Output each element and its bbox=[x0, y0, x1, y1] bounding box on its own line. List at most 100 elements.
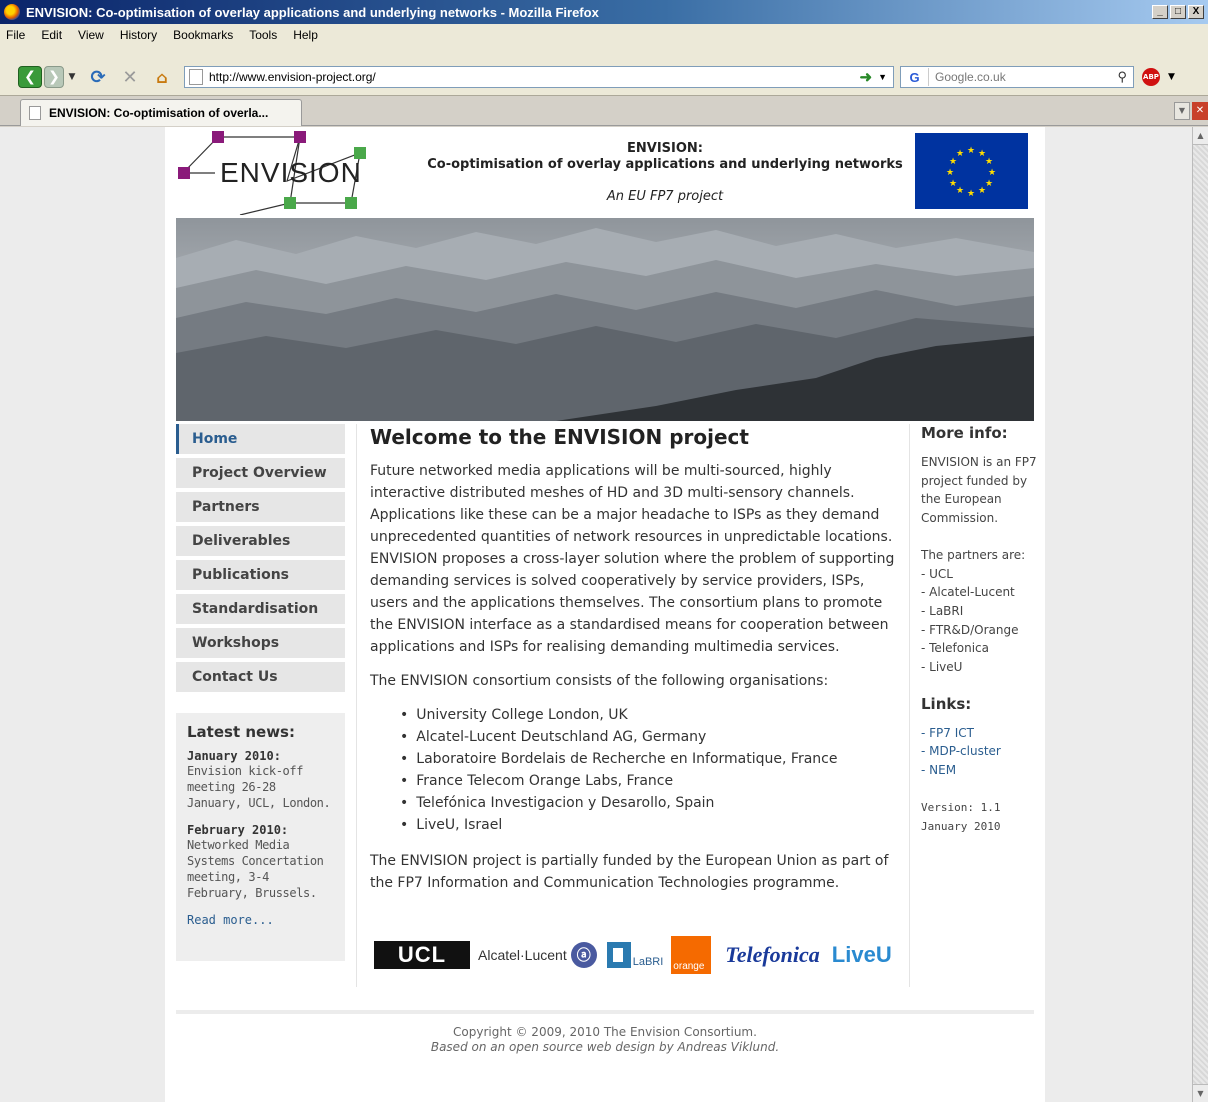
consortium-intro: The ENVISION consortium consists of the … bbox=[370, 673, 829, 689]
list-item: - UCL bbox=[921, 566, 953, 581]
partners-intro: The partners are: bbox=[921, 547, 1026, 562]
menu-file[interactable]: File bbox=[0, 28, 33, 42]
site-title: ENVISION: bbox=[627, 141, 703, 156]
svg-text:★: ★ bbox=[988, 168, 996, 178]
history-dropdown-icon[interactable]: ▼ bbox=[66, 66, 78, 88]
labri-logo[interactable]: LaBRI bbox=[606, 942, 664, 968]
alcatel-lucent-logo[interactable]: Alcatel·Lucent ⓐ bbox=[478, 942, 597, 968]
version-label: Version: 1.1 bbox=[921, 800, 1001, 814]
svg-text:★: ★ bbox=[967, 146, 975, 156]
vertical-scrollbar[interactable]: ▲ ▼ bbox=[1192, 127, 1208, 1102]
links-list: - FP7 ICT - MDP-cluster - NEM bbox=[921, 724, 1037, 780]
tab-envision[interactable]: ENVISION: Co-optimisation of overla... bbox=[20, 99, 302, 126]
back-button[interactable]: ❮ bbox=[18, 66, 42, 88]
orange-logo[interactable]: orange bbox=[671, 936, 712, 974]
list-item: - Alcatel-Lucent bbox=[921, 585, 1015, 600]
window-titlebar[interactable]: ENVISION: Co-optimisation of overlay app… bbox=[0, 0, 1208, 24]
menu-tools[interactable]: Tools bbox=[241, 28, 285, 42]
menu-bookmarks[interactable]: Bookmarks bbox=[165, 28, 241, 42]
tab-strip: ENVISION: Co-optimisation of overla... ▼… bbox=[0, 96, 1208, 126]
site-header: ENVISION: Co-optimisation of overlay app… bbox=[415, 141, 915, 204]
nav-partners[interactable]: Partners bbox=[176, 492, 345, 522]
nav-publications[interactable]: Publications bbox=[176, 560, 345, 590]
labri-mark-icon bbox=[606, 942, 631, 968]
page-footer: Copyright © 2009, 2010 The Envision Cons… bbox=[176, 1025, 1034, 1055]
svg-text:★: ★ bbox=[967, 189, 975, 199]
list-item: LiveU, Israel bbox=[400, 814, 899, 836]
firefox-icon bbox=[4, 4, 20, 20]
nav-contact-us[interactable]: Contact Us bbox=[176, 662, 345, 692]
latest-news-box: Latest news: January 2010: Envision kick… bbox=[176, 713, 345, 961]
menu-view[interactable]: View bbox=[70, 28, 112, 42]
link-fp7-ict[interactable]: - FP7 ICT bbox=[921, 724, 1037, 743]
svg-text:★: ★ bbox=[985, 157, 993, 167]
maximize-button[interactable]: □ bbox=[1170, 5, 1186, 19]
logo-text: ENVISION bbox=[220, 157, 362, 188]
menu-help[interactable]: Help bbox=[285, 28, 326, 42]
menu-history[interactable]: History bbox=[112, 28, 165, 42]
funding-paragraph: The ENVISION project is partially funded… bbox=[370, 853, 889, 891]
stop-icon[interactable]: ✕ bbox=[118, 66, 142, 88]
forward-button[interactable]: ❯ bbox=[44, 66, 64, 88]
svg-text:★: ★ bbox=[978, 186, 986, 196]
list-item: Laboratoire Bordelais de Recherche en In… bbox=[400, 748, 899, 770]
go-arrow-icon[interactable]: ➜ bbox=[860, 68, 873, 86]
copyright-text: Copyright © 2009, 2010 The Envision Cons… bbox=[453, 1025, 757, 1039]
browser-viewport: ENVISION ENVISION: Co-optimisation of ov… bbox=[0, 127, 1208, 1102]
site-subtitle: Co-optimisation of overlay applications … bbox=[427, 157, 903, 172]
list-item: - FTR&D/Orange bbox=[921, 622, 1019, 637]
envision-logo[interactable]: ENVISION bbox=[175, 129, 401, 216]
telefonica-logo[interactable]: Telefonica bbox=[725, 942, 820, 968]
link-nem[interactable]: - NEM bbox=[921, 761, 1037, 780]
scroll-up-icon[interactable]: ▲ bbox=[1193, 127, 1208, 145]
site-tagline: An EU FP7 project bbox=[606, 189, 724, 204]
window-title: ENVISION: Co-optimisation of overlay app… bbox=[26, 4, 599, 20]
search-icon[interactable]: ⚲ bbox=[1117, 69, 1127, 85]
eu-flag-icon: ★ ★ ★ ★ ★ ★ ★ ★ ★ ★ ★ ★ bbox=[915, 133, 1028, 209]
list-item: - Telefonica bbox=[921, 641, 989, 656]
news-date: January 2010: bbox=[187, 749, 281, 763]
page-title: Welcome to the ENVISION project bbox=[370, 425, 749, 449]
nav-workshops[interactable]: Workshops bbox=[176, 628, 345, 658]
intro-paragraph: Future networked media applications will… bbox=[370, 463, 895, 655]
url-dropdown-icon[interactable]: ▼ bbox=[878, 72, 887, 82]
list-item: France Telecom Orange Labs, France bbox=[400, 770, 899, 792]
scroll-down-icon[interactable]: ▼ bbox=[1193, 1084, 1208, 1102]
left-navigation: Home Project Overview Partners Deliverab… bbox=[176, 424, 345, 696]
list-item: - LiveU bbox=[921, 660, 963, 675]
menu-edit[interactable]: Edit bbox=[33, 28, 70, 42]
adblock-icon[interactable]: ABP bbox=[1142, 68, 1160, 86]
tab-title: ENVISION: Co-optimisation of overla... bbox=[49, 106, 269, 120]
header-banner-image bbox=[176, 218, 1034, 421]
more-info-text: ENVISION is an FP7 project funded by the… bbox=[921, 455, 1037, 526]
footer-divider bbox=[176, 1010, 1034, 1014]
link-mdp-cluster[interactable]: - MDP-cluster bbox=[921, 742, 1037, 761]
nav-standardisation[interactable]: Standardisation bbox=[176, 594, 345, 624]
liveu-logo[interactable]: LiveU bbox=[832, 942, 892, 968]
partners-list: - UCL - Alcatel-Lucent - LaBRI - FTR&D/O… bbox=[921, 565, 1037, 677]
close-button[interactable]: X bbox=[1188, 5, 1204, 19]
toolbar-overflow-icon[interactable]: ▼ bbox=[1168, 72, 1175, 82]
tab-close-icon[interactable]: ✕ bbox=[1192, 102, 1208, 120]
minimize-button[interactable]: _ bbox=[1152, 5, 1168, 19]
home-icon[interactable]: ⌂ bbox=[150, 66, 174, 88]
list-item: Telefónica Investigacion y Desarollo, Sp… bbox=[400, 792, 899, 814]
ucl-logo[interactable]: UCL bbox=[374, 941, 470, 969]
right-sidebar: More info: ENVISION is an FP7 project fu… bbox=[921, 424, 1037, 836]
search-input[interactable]: Google.co.uk bbox=[929, 70, 1117, 84]
url-bar[interactable]: http://www.envision-project.org/ ➜ ▼ bbox=[184, 66, 894, 88]
navigation-toolbar: ❮ ❯ ▼ ⟳ ✕ ⌂ http://www.envision-project.… bbox=[0, 46, 1208, 96]
web-page: ENVISION ENVISION: Co-optimisation of ov… bbox=[165, 127, 1045, 1102]
labri-logo-text: LaBRI bbox=[632, 956, 664, 968]
tab-list-icon[interactable]: ▼ bbox=[1174, 102, 1190, 120]
search-bar[interactable]: G Google.co.uk ⚲ bbox=[900, 66, 1134, 88]
nav-deliverables[interactable]: Deliverables bbox=[176, 526, 345, 556]
reload-icon[interactable]: ⟳ bbox=[86, 66, 110, 88]
search-engine-icon[interactable]: G bbox=[901, 68, 929, 86]
nav-home[interactable]: Home bbox=[176, 424, 345, 454]
news-body: Networked Media Systems Concertation mee… bbox=[187, 838, 324, 900]
news-read-more-link[interactable]: Read more... bbox=[187, 913, 334, 927]
main-content: Welcome to the ENVISION project Future n… bbox=[356, 424, 910, 987]
nav-project-overview[interactable]: Project Overview bbox=[176, 458, 345, 488]
url-input[interactable]: http://www.envision-project.org/ bbox=[209, 70, 860, 84]
